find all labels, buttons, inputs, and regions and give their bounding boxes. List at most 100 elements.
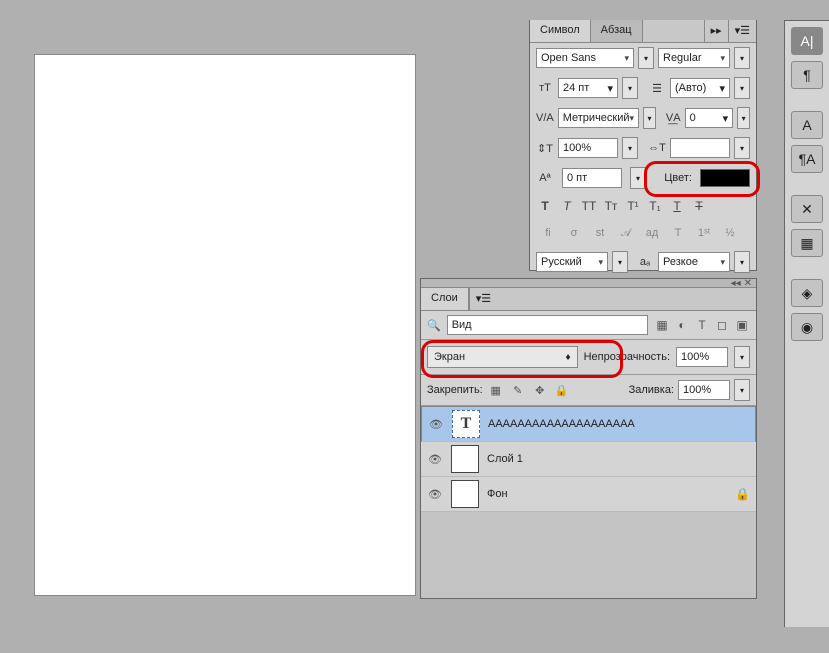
layers-empty-area	[421, 512, 756, 598]
hscale-icon: ⇔T	[648, 139, 666, 157]
tab-paragraph[interactable]: Абзац	[591, 20, 643, 42]
font-size-dd-icon[interactable]: ▾	[622, 77, 638, 99]
tool-para-styles[interactable]: ¶A	[791, 145, 823, 173]
tracking-dd-icon[interactable]: ▾	[737, 107, 750, 129]
baseline-input[interactable]: 0 пт	[562, 168, 622, 188]
fill-input[interactable]: 100%	[678, 380, 730, 400]
superscript-btn[interactable]: T¹	[624, 197, 642, 215]
lock-icon: 🔒	[735, 487, 750, 501]
ot-ordinal-btn[interactable]: T	[666, 223, 690, 243]
leading-icon: ☰	[648, 79, 666, 97]
tool-character[interactable]: A|	[791, 27, 823, 55]
layers-tab-bar: Слои ▾☰	[421, 288, 756, 311]
strikethrough-btn[interactable]: T	[690, 197, 708, 215]
document-canvas[interactable]	[35, 55, 415, 595]
font-family-dropdown-icon[interactable]: ▾	[638, 47, 654, 69]
leading-dd-icon[interactable]: ▾	[734, 77, 750, 99]
filter-smart-icon[interactable]: ▣	[734, 317, 750, 333]
hscale-dd-icon[interactable]: ▾	[734, 137, 750, 159]
tracking-icon: V͟A	[666, 109, 681, 127]
char-panel-menu-icon[interactable]: ▾☰	[728, 20, 756, 42]
bold-btn[interactable]: T	[536, 197, 554, 215]
smallcaps-btn[interactable]: Tᴛ	[602, 197, 620, 215]
layer-item-text[interactable]: 👁 T AAAAAAAAAAAAAAAAAAAA	[421, 406, 756, 442]
lock-pixel-icon[interactable]: ✎	[509, 381, 527, 399]
ot-st-btn[interactable]: st	[588, 223, 612, 243]
layer-search[interactable]: Вид	[447, 315, 648, 335]
filter-adjust-icon[interactable]: ◐	[674, 317, 690, 333]
tool-brushes[interactable]: ✕	[791, 195, 823, 223]
layer-thumb[interactable]	[451, 445, 479, 473]
ot-fraction-btn[interactable]: ½	[718, 223, 742, 243]
layer-name[interactable]: AAAAAAAAAAAAAAAAAAAA	[488, 418, 749, 430]
visibility-toggle[interactable]: 👁	[428, 416, 444, 432]
lock-row: Закрепить: ▦ ✎ ✥ 🔒 Заливка: 100% ▾	[421, 375, 756, 406]
underline-btn[interactable]: T	[668, 197, 686, 215]
visibility-toggle[interactable]: 👁	[427, 486, 443, 502]
character-panel: Символ Абзац ▸▸ ▾☰ Open Sans▾ ▾ Regular▾…	[529, 20, 757, 271]
font-style-dropdown-icon[interactable]: ▾	[734, 47, 750, 69]
layers-filter-row: 🔍 Вид ▦ ◐ T ◻ ▣	[421, 311, 756, 340]
ot-sigma-btn[interactable]: σ	[562, 223, 586, 243]
filter-type-icon[interactable]: T	[694, 317, 710, 333]
tab-layers[interactable]: Слои	[421, 288, 469, 310]
font-style-select[interactable]: Regular▾	[658, 48, 730, 68]
lock-pos-icon[interactable]: ✥	[531, 381, 549, 399]
ot-swash-btn[interactable]: 𝒜	[614, 223, 638, 243]
char-tab-bar: Символ Абзац ▸▸ ▾☰	[530, 20, 756, 43]
collapse-icon[interactable]: ◂◂	[731, 278, 741, 289]
font-family-select[interactable]: Open Sans▾	[536, 48, 634, 68]
tab-symbol[interactable]: Символ	[530, 20, 591, 42]
close-icon[interactable]: ✕	[744, 278, 752, 289]
tool-paragraph[interactable]: ¶	[791, 61, 823, 89]
aa-dd-icon[interactable]: ▾	[734, 251, 750, 273]
antialias-select[interactable]: Резкое▾	[658, 252, 730, 272]
subscript-btn[interactable]: T₁	[646, 197, 664, 215]
tool-3d[interactable]: ◈	[791, 279, 823, 307]
filter-shape-icon[interactable]: ◻	[714, 317, 730, 333]
baseline-icon: Aª	[536, 169, 554, 187]
language-select[interactable]: Русский▾	[536, 252, 608, 272]
fill-dd-icon[interactable]: ▾	[734, 379, 750, 401]
layer-thumb-type[interactable]: T	[452, 410, 480, 438]
tool-channels[interactable]: ◉	[791, 313, 823, 341]
highlight-blendmode	[421, 340, 623, 378]
workspace-background	[0, 0, 420, 653]
layer-item-pixel[interactable]: 👁 Слой 1	[421, 442, 756, 477]
right-toolbar: A| ¶ A ¶A ✕ ▦ ◈ ◉	[784, 20, 829, 627]
font-size-icon: тT	[536, 79, 554, 97]
opacity-input[interactable]: 100%	[676, 347, 728, 367]
tool-swatches[interactable]: ▦	[791, 229, 823, 257]
opacity-dd-icon[interactable]: ▾	[734, 346, 750, 368]
vscale-icon: ⇕T	[536, 139, 554, 157]
lock-all-icon[interactable]: 🔒	[553, 381, 571, 399]
vscale-dd-icon[interactable]: ▾	[622, 137, 638, 159]
kerning-select[interactable]: Метрический▾	[558, 108, 639, 128]
kerning-icon: V/A	[536, 109, 554, 127]
fill-label: Заливка:	[629, 384, 674, 396]
layers-panel-menu-icon[interactable]: ▾☰	[469, 288, 497, 310]
kerning-dd-icon[interactable]: ▾	[643, 107, 656, 129]
filter-pixel-icon[interactable]: ▦	[654, 317, 670, 333]
ot-1st-btn[interactable]: 1ˢᵗ	[692, 223, 716, 243]
layer-item-background[interactable]: 👁 Фон 🔒	[421, 477, 756, 512]
layers-grip[interactable]: ◂◂ ✕	[421, 279, 756, 288]
visibility-toggle[interactable]: 👁	[427, 451, 443, 467]
ot-titling-btn[interactable]: ад	[640, 223, 664, 243]
italic-btn[interactable]: T	[558, 197, 576, 215]
ot-fi-btn[interactable]: fi	[536, 223, 560, 243]
tracking-input[interactable]: 0▾	[685, 108, 734, 128]
layer-name[interactable]: Фон	[487, 488, 727, 500]
tool-char-styles[interactable]: A	[791, 111, 823, 139]
font-size-input[interactable]: 24 пт▾	[558, 78, 618, 98]
allcaps-btn[interactable]: TT	[580, 197, 598, 215]
leading-input[interactable]: (Авто)▾	[670, 78, 730, 98]
layers-panel: ◂◂ ✕ Слои ▾☰ 🔍 Вид ▦ ◐ T ◻ ▣ Экран♦ Непр…	[420, 278, 757, 599]
lang-dd-icon[interactable]: ▾	[612, 251, 628, 273]
layer-name[interactable]: Слой 1	[487, 453, 750, 465]
lock-trans-icon[interactable]: ▦	[487, 381, 505, 399]
char-panel-expand-icon[interactable]: ▸▸	[704, 20, 728, 42]
hscale-input[interactable]	[670, 138, 730, 158]
vscale-input[interactable]: 100%	[558, 138, 618, 158]
layer-thumb[interactable]	[451, 480, 479, 508]
